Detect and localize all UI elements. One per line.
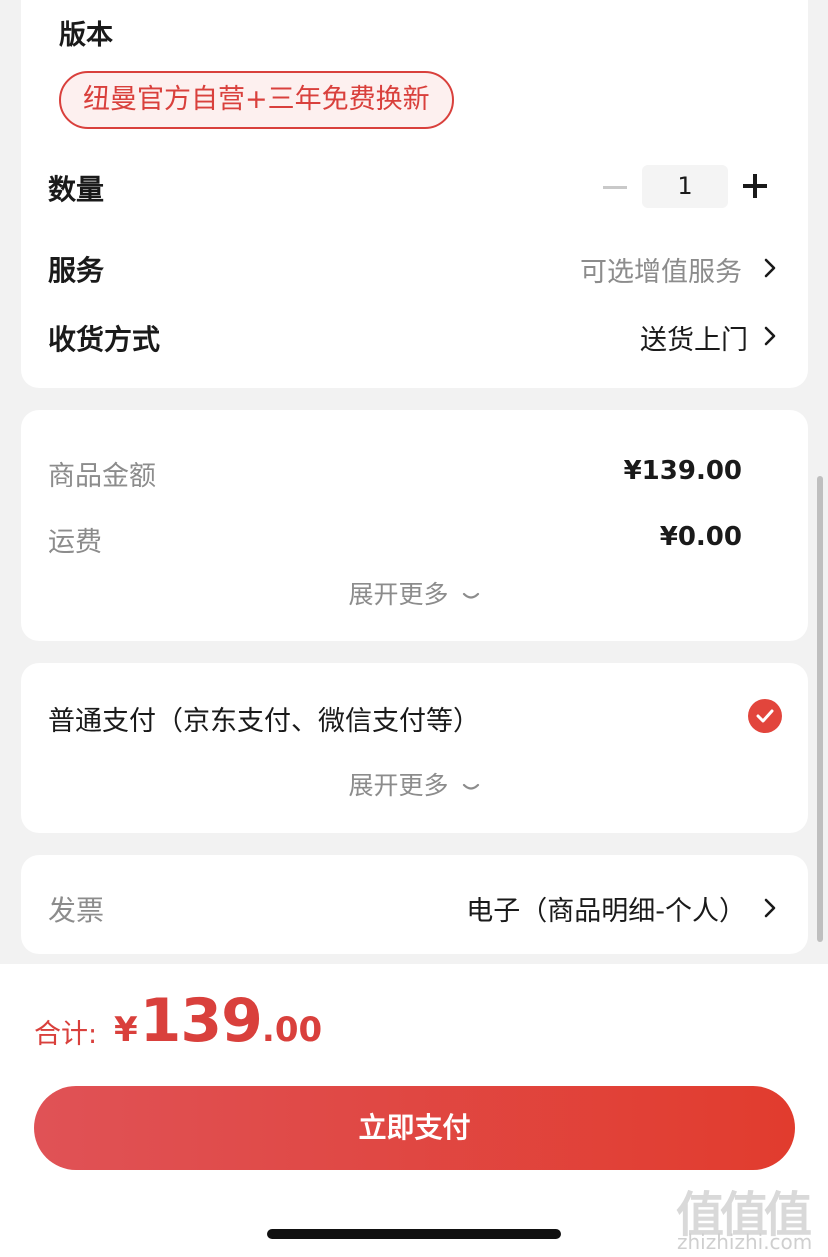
version-option-chip[interactable]: 纽曼官方自营+三年免费换新 [59,71,454,129]
home-indicator[interactable] [267,1229,561,1239]
version-label-text: 版本 [59,20,113,51]
total-integer: 139 [139,986,263,1056]
goods-amount-label: 商品金额 [48,461,156,492]
expand-more-label: 展开更多 [348,771,449,800]
chevron-right-icon[interactable] [760,896,780,920]
service-value[interactable]: 可选增值服务 [580,250,742,289]
checkmark-icon[interactable] [748,699,782,733]
freight-label: 运费 [48,527,102,558]
total-decimal: .00 [261,1010,323,1050]
quantity-value[interactable]: 1 [642,165,728,208]
freight-value: ¥0.00 [659,522,742,552]
checkout-bottom-bar: 合计: ¥139.00 立即支付 值值值 zhizhizhi.com [0,964,828,1257]
expand-more-label: 展开更多 [348,580,449,609]
quantity-label: 数量 [48,173,105,206]
chevron-right-icon[interactable] [760,324,780,348]
payment-method-card: 普通支付（京东支付、微信支付等） 展开更多 [21,663,808,833]
invoice-value[interactable]: 电子（商品明细-个人） [466,889,746,928]
invoice-card[interactable]: 发票 电子（商品明细-个人） [21,855,808,954]
shipping-label: 收货方式 [48,323,161,356]
payment-method-label[interactable]: 普通支付（京东支付、微信支付等） [48,699,480,738]
price-summary-card: 商品金额 ¥139.00 运费 ¥0.00 展开更多 [21,410,808,641]
watermark-url: zhizhizhi.com [677,1230,813,1254]
chevron-down-icon [462,770,480,799]
scrollbar[interactable] [817,476,823,942]
chevron-down-icon [462,579,480,608]
minus-icon[interactable] [600,172,630,202]
plus-icon[interactable] [739,170,771,202]
service-label: 服务 [48,254,105,287]
currency-symbol: ¥ [114,1010,138,1050]
shipping-value[interactable]: 送货上门 [640,318,748,357]
goods-amount-value: ¥139.00 [623,456,742,486]
expand-more-button[interactable]: 展开更多 [21,766,808,802]
invoice-label: 发票 [48,894,105,927]
expand-more-button[interactable]: 展开更多 [21,575,808,611]
checkout-page: 版本 版本 纽曼官方自营+三年免费换新 数量 1 服务 可选增值服务 收货方式 … [0,0,828,1257]
chevron-right-icon[interactable] [760,256,780,280]
pay-now-button[interactable]: 立即支付 [34,1086,795,1170]
total-label: 合计: [34,1019,98,1050]
total-amount: ¥139.00 [114,986,322,1056]
